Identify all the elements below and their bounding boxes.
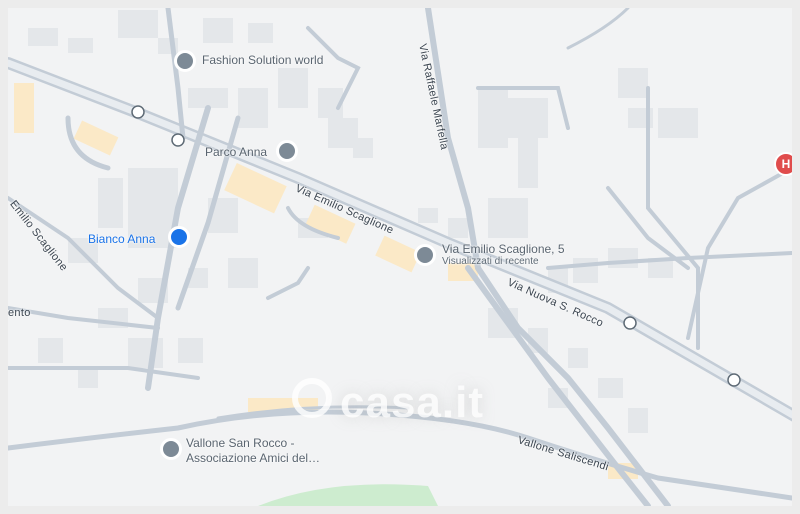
park-area <box>258 484 438 506</box>
poi-label-bianco-anna[interactable]: Bianco Anna <box>88 232 155 246</box>
poi-label-parco-anna[interactable]: Parco Anna <box>205 145 267 159</box>
street-label-left-edge: ento <box>8 307 31 319</box>
watermark-logo-icon <box>292 378 332 418</box>
hospital-marker-letter: H <box>781 157 791 171</box>
pin-icon-parco-anna[interactable] <box>276 140 298 162</box>
pin-icon-fashion-solution[interactable] <box>174 50 196 72</box>
poi-label-fashion-solution[interactable]: Fashion Solution world <box>202 53 323 67</box>
landmark-icon-vallone-san-rocco[interactable] <box>160 438 182 460</box>
poi-label-vallone-san-rocco[interactable]: Vallone San Rocco - Associazione Amici d… <box>186 436 320 466</box>
hospital-icon[interactable]: H <box>774 152 792 176</box>
pin-icon-selected-address[interactable] <box>414 244 436 266</box>
map-frame: Via Emilio Scaglione Emilio Scaglione Vi… <box>0 0 800 514</box>
shopping-cart-icon[interactable] <box>168 226 190 248</box>
vallone-san-rocco-line1: Vallone San Rocco - <box>186 436 295 450</box>
poi-label-selected-address[interactable]: Via Emilio Scaglione, 5 Visualizzati di … <box>442 242 565 267</box>
selected-address-title: Via Emilio Scaglione, 5 <box>442 242 565 256</box>
map-base-layer <box>8 8 792 506</box>
selected-address-subtitle: Visualizzati di recente <box>442 256 539 267</box>
map-canvas[interactable]: Via Emilio Scaglione Emilio Scaglione Vi… <box>8 8 792 506</box>
watermark-text: casa.it <box>340 378 484 427</box>
vallone-san-rocco-line2: Associazione Amici del… <box>186 451 321 465</box>
